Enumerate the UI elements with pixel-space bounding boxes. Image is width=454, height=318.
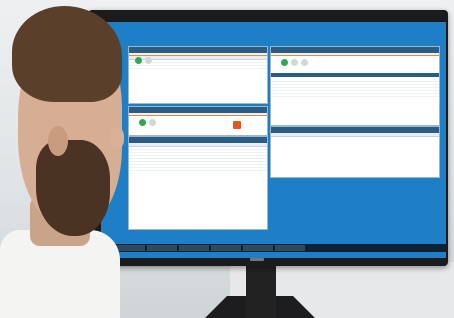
table-header <box>271 133 439 137</box>
taskbar-item[interactable] <box>243 245 273 251</box>
status-indicator-icon <box>301 59 308 66</box>
table-row[interactable] <box>129 168 267 171</box>
app-window-bottom-left[interactable] <box>128 136 268 230</box>
status-indicator-icon <box>281 59 288 66</box>
person-ear <box>48 126 68 156</box>
taskbar-item[interactable] <box>147 245 177 251</box>
person-hair <box>12 6 122 102</box>
section-header <box>271 73 439 77</box>
window-toolbar <box>271 53 439 56</box>
table-row[interactable] <box>271 94 439 97</box>
app-window-top-left[interactable] <box>128 46 268 104</box>
taskbar-item[interactable] <box>275 245 305 251</box>
alert-button[interactable] <box>233 121 241 129</box>
person-nose <box>110 128 124 148</box>
app-window-top-right[interactable] <box>270 46 440 126</box>
status-indicator-icon <box>135 57 142 64</box>
status-indicator-icon <box>291 59 298 66</box>
taskbar <box>101 244 446 252</box>
window-toolbar <box>129 113 267 116</box>
status-indicator-icon <box>149 119 156 126</box>
status-indicator-icon <box>145 57 152 64</box>
taskbar-item[interactable] <box>115 245 145 251</box>
taskbar-item[interactable] <box>211 245 241 251</box>
status-indicator-icon <box>139 119 146 126</box>
table-row[interactable] <box>129 66 267 69</box>
app-window-middle-left[interactable] <box>128 106 268 136</box>
app-window-bottom-right[interactable] <box>270 126 440 178</box>
taskbar-item[interactable] <box>179 245 209 251</box>
monitor-stand <box>246 264 276 318</box>
person-beard <box>36 140 110 236</box>
monitor-logo <box>250 258 264 261</box>
